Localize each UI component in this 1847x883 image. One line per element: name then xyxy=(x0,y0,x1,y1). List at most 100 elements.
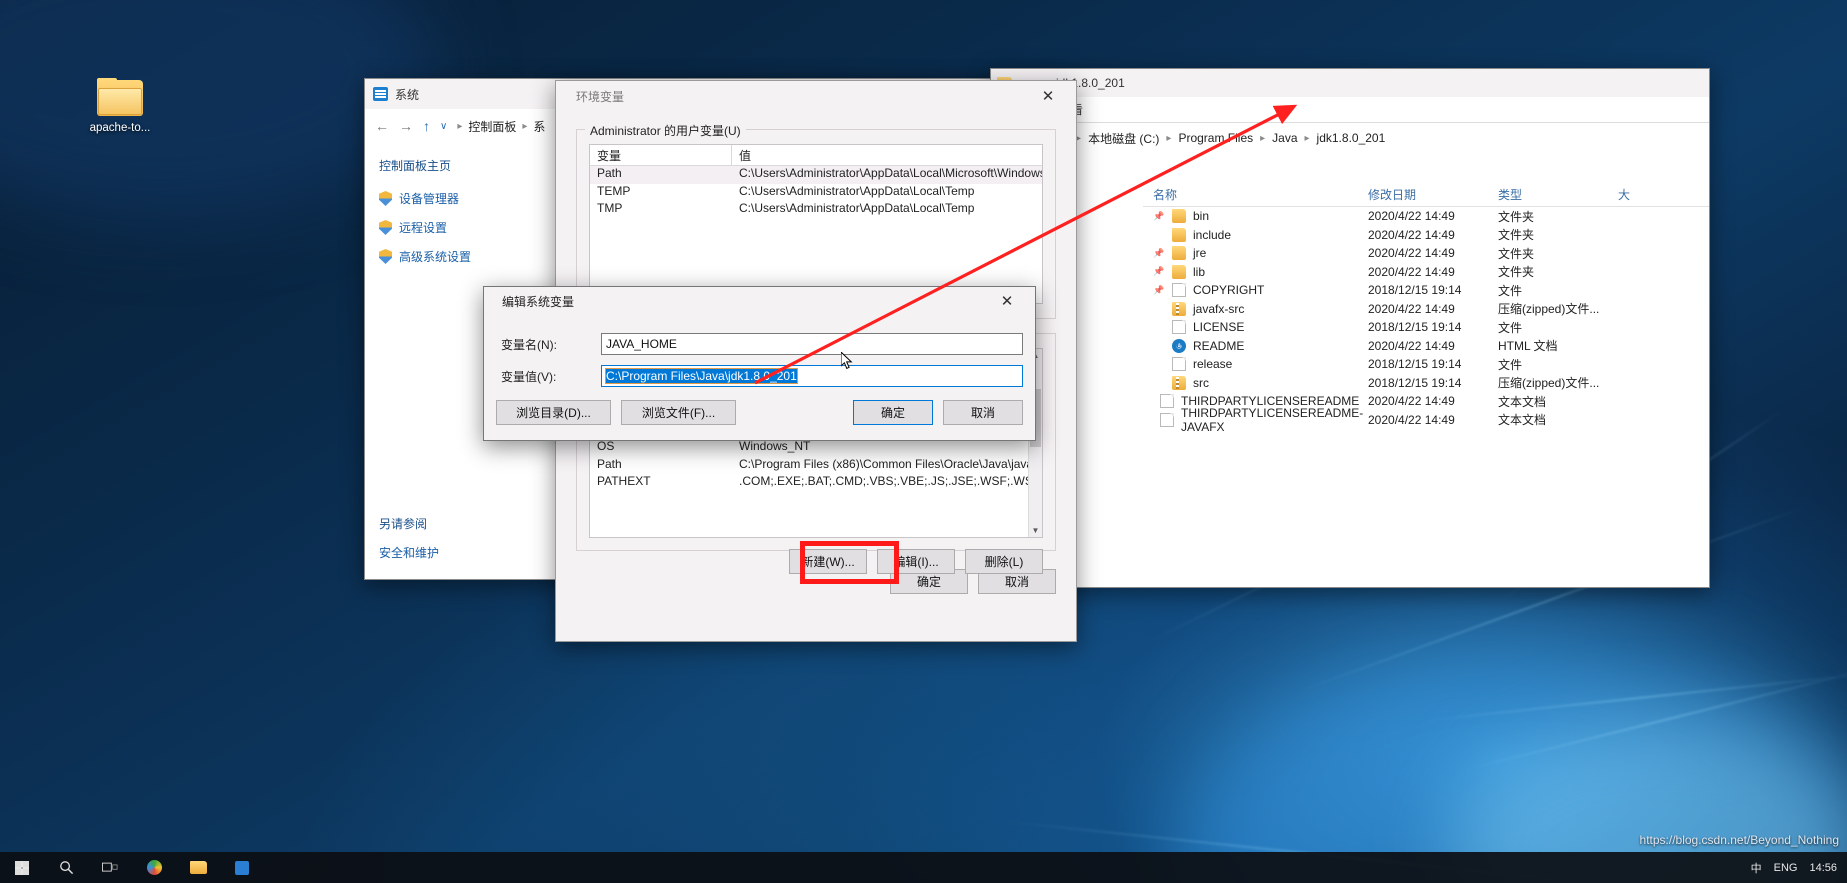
user-variables-legend: Administrator 的用户变量(U) xyxy=(585,122,746,139)
language-indicator[interactable]: ENG xyxy=(1774,862,1798,874)
column-header-value[interactable]: 值 xyxy=(732,145,1042,166)
table-row[interactable]: README 2020/4/22 14:49 HTML 文档 xyxy=(1143,337,1709,356)
edit-variable-button[interactable]: 编辑(I)... xyxy=(877,549,955,574)
table-row[interactable]: javafx-src 2020/4/22 14:49 压缩(zipped)文件... xyxy=(1143,300,1709,319)
desktop-icon-apache-tomcat[interactable]: apache-to... xyxy=(72,78,168,134)
table-row[interactable]: PATHEXT .COM;.EXE;.BAT;.CMD;.VBS;.VBE;.JS… xyxy=(590,474,1028,492)
up-button[interactable]: ↑ xyxy=(423,118,430,134)
breadcrumb[interactable]: ▸ 控制面板 ▸ 系 xyxy=(457,118,545,135)
see-also-link-security-maintenance[interactable]: 安全和维护 xyxy=(379,544,570,561)
close-icon[interactable]: ✕ xyxy=(1026,81,1070,111)
column-header-variable[interactable]: 变量 xyxy=(590,145,732,166)
breadcrumb-item-jdk[interactable]: jdk1.8.0_201 xyxy=(1317,131,1386,145)
explorer-titlebar: ■ □ ⌄ jdk1.8.0_201 xyxy=(991,69,1709,97)
edit-cancel-button[interactable]: 取消 xyxy=(943,400,1023,425)
variable-value-input[interactable]: C:\Program Files\Java\jdk1.8.0_201 xyxy=(601,365,1023,387)
table-row[interactable]: 📌 COPYRIGHT 2018/12/15 19:14 文件 xyxy=(1143,281,1709,300)
app-icon[interactable] xyxy=(220,852,264,883)
ime-indicator[interactable]: 中 xyxy=(1751,860,1762,876)
breadcrumb-item-0[interactable]: 控制面板 xyxy=(468,118,516,135)
table-row[interactable]: src 2018/12/15 19:14 压缩(zipped)文件... xyxy=(1143,374,1709,393)
table-row[interactable]: Path C:\Users\Administrator\AppData\Local… xyxy=(590,166,1042,184)
column-header-name[interactable]: 名称 xyxy=(1143,186,1358,203)
taskbar[interactable]: 中 ENG 14:56 xyxy=(0,852,1847,883)
table-row[interactable]: 📌 lib 2020/4/22 14:49 文件夹 xyxy=(1143,263,1709,282)
table-row[interactable]: OS Windows_NT xyxy=(590,439,1028,457)
table-row[interactable]: include 2020/4/22 14:49 文件夹 xyxy=(1143,226,1709,245)
breadcrumb-item-1[interactable]: 系 xyxy=(533,118,545,135)
variable-name: Path xyxy=(597,456,622,471)
sidebar-item-device-manager[interactable]: 设备管理器 xyxy=(379,190,570,207)
breadcrumb-item-local-disk[interactable]: 本地磁盘 (C:) xyxy=(1088,130,1159,147)
variable-value: C:\Users\Administrator\AppData\Local\Tem… xyxy=(739,201,975,215)
file-name: include xyxy=(1193,227,1232,242)
back-button[interactable]: ← xyxy=(375,118,389,134)
table-row[interactable]: THIRDPARTYLICENSEREADME-JAVAFX 2020/4/22 … xyxy=(1143,406,1709,434)
folder-icon xyxy=(1172,264,1186,279)
delete-variable-button[interactable]: 删除(L) xyxy=(965,549,1043,574)
desktop-icon-label: apache-to... xyxy=(89,122,151,134)
file-date: 2020/4/22 14:49 xyxy=(1368,246,1455,261)
table-row[interactable]: TMP C:\Users\Administrator\AppData\Local\… xyxy=(590,201,1042,219)
edit-ok-button[interactable]: 确定 xyxy=(853,400,933,425)
sidebar-heading[interactable]: 控制面板主页 xyxy=(379,157,570,174)
system-tray[interactable]: 中 ENG 14:56 xyxy=(1751,860,1847,876)
browse-directory-button[interactable]: 浏览目录(D)... xyxy=(496,400,611,425)
clock[interactable]: 14:56 xyxy=(1809,862,1837,874)
start-icon[interactable] xyxy=(0,852,44,883)
file-type: 压缩(zipped)文件... xyxy=(1498,302,1600,317)
browser-icon[interactable] xyxy=(132,852,176,883)
user-variables-listview[interactable]: 变量 值 Path C:\Users\Administrator\AppData\… xyxy=(589,144,1043,304)
new-variable-button[interactable]: 新建(W)... xyxy=(789,549,867,574)
file-name: release xyxy=(1193,357,1233,372)
user-variables-rows[interactable]: Path C:\Users\Administrator\AppData\Local… xyxy=(590,166,1042,219)
breadcrumb-item-program-files[interactable]: Program Files xyxy=(1178,131,1253,145)
explorer-column-headers[interactable]: 名称 修改日期 类型 大 xyxy=(1143,183,1709,207)
breadcrumb-item-java[interactable]: Java xyxy=(1272,131,1297,145)
column-header-size[interactable]: 大 xyxy=(1608,186,1668,203)
file-explorer-window[interactable]: ■ □ ⌄ jdk1.8.0_201 共享 查看 ▸ 此电脑 ▸ 本地磁盘 (C… xyxy=(990,68,1710,588)
file-name: README xyxy=(1193,338,1245,353)
explorer-content-pane: 名称 修改日期 类型 大 📌 bin 2020/4/22 14:49 文件夹 inclu… xyxy=(1143,183,1709,587)
sidebar-item-remote-settings[interactable]: 远程设置 xyxy=(379,219,570,236)
table-row[interactable]: release 2018/12/15 19:14 文件 xyxy=(1143,355,1709,374)
column-header-date[interactable]: 修改日期 xyxy=(1358,186,1488,203)
variable-value-label: 变量值(V): xyxy=(501,369,557,384)
shield-icon xyxy=(379,220,392,235)
table-row[interactable]: LICENSE 2018/12/15 19:14 文件 xyxy=(1143,318,1709,337)
system-icon xyxy=(373,87,388,101)
table-row[interactable]: 📌 bin 2020/4/22 14:49 文件夹 xyxy=(1143,207,1709,226)
table-row[interactable]: Path C:\Program Files (x86)\Common Files\… xyxy=(590,457,1028,475)
edit-dialog-titlebar: 编辑系统变量 ✕ xyxy=(484,287,1035,315)
column-header-type[interactable]: 类型 xyxy=(1488,186,1608,203)
explorer-file-list[interactable]: 📌 bin 2020/4/22 14:49 文件夹 include 2020/4/22 1… xyxy=(1143,207,1709,434)
forward-button[interactable]: → xyxy=(399,118,413,134)
user-variables-header[interactable]: 变量 值 xyxy=(590,145,1042,166)
sidebar-item-advanced-system-settings[interactable]: 高级系统设置 xyxy=(379,248,570,265)
clock-time: 14:56 xyxy=(1809,861,1837,874)
file-name: javafx-src xyxy=(1193,301,1245,316)
recent-locations-button[interactable]: ∨ xyxy=(440,121,447,132)
explorer-icon[interactable] xyxy=(176,852,220,883)
variable-name-input[interactable]: JAVA_HOME xyxy=(601,333,1023,355)
table-row[interactable]: 📌 jre 2020/4/22 14:49 文件夹 xyxy=(1143,244,1709,263)
variable-value: Windows_NT xyxy=(739,439,811,453)
browse-file-button[interactable]: 浏览文件(F)... xyxy=(621,400,736,425)
variable-value-text: C:\Program Files\Java\jdk1.8.0_201 xyxy=(605,368,798,384)
task-view-icon[interactable] xyxy=(88,852,132,883)
folder-icon xyxy=(1172,227,1186,242)
file-type: 文件夹 xyxy=(1498,209,1535,224)
scroll-down-icon[interactable]: ▼ xyxy=(1029,524,1042,537)
edit-system-variable-dialog[interactable]: 编辑系统变量 ✕ 变量名(N): JAVA_HOME 变量值(V): C:\Pr… xyxy=(483,286,1036,441)
search-icon[interactable] xyxy=(44,852,88,883)
edit-dialog-body: 变量名(N): JAVA_HOME 变量值(V): C:\Program Fil… xyxy=(484,315,1035,425)
document-icon xyxy=(1160,412,1174,427)
system-variables-button-row: 新建(W)... 编辑(I)... 删除(L) xyxy=(589,549,1043,574)
file-date: 2018/12/15 19:14 xyxy=(1368,375,1462,390)
explorer-address-bar[interactable]: ▸ 此电脑 ▸ 本地磁盘 (C:) ▸ Program Files ▸ Java… xyxy=(991,123,1709,153)
table-row[interactable]: TEMP C:\Users\Administrator\AppData\Local… xyxy=(590,184,1042,202)
explorer-ribbon-tabs[interactable]: 共享 查看 xyxy=(991,97,1709,123)
close-icon[interactable]: ✕ xyxy=(985,287,1029,315)
pin-icon: 📌 xyxy=(1153,247,1165,258)
variable-value: C:\Users\Administrator\AppData\Local\Mic… xyxy=(739,166,1042,180)
